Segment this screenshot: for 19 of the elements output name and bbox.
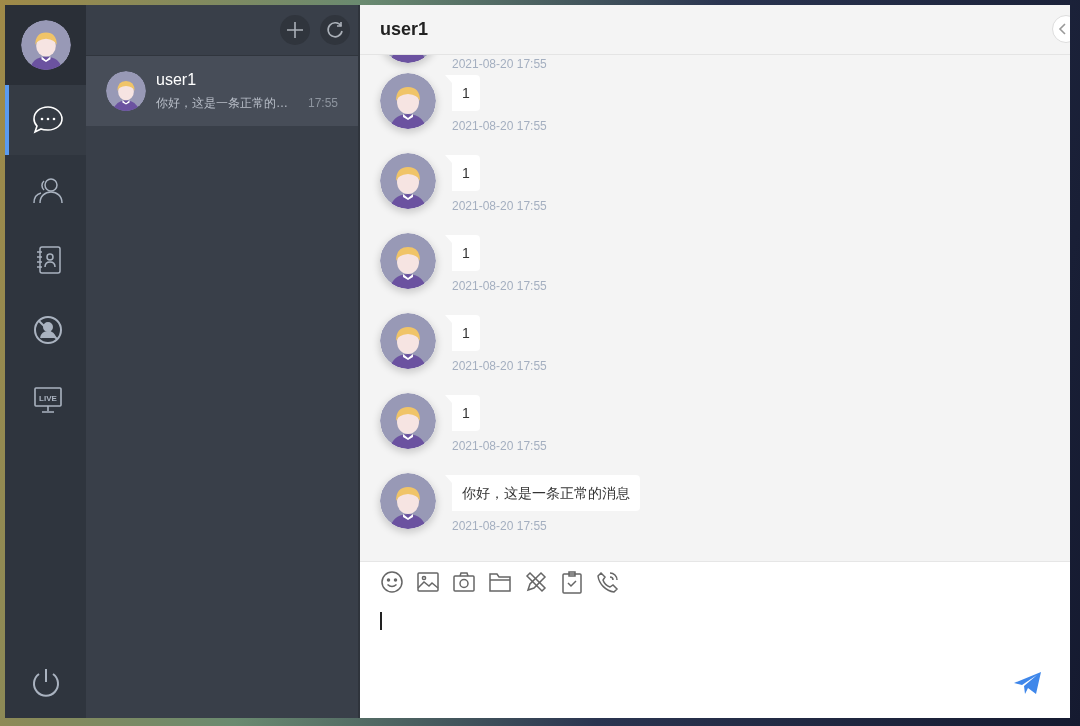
message-timestamp: 2021-08-20 17:55 bbox=[452, 199, 547, 213]
message-bubble: 1 bbox=[445, 155, 480, 191]
message-time: 17:55 bbox=[307, 96, 338, 110]
message-timestamp: 2021-08-20 17:55 bbox=[452, 57, 547, 71]
message-timestamp: 2021-08-20 17:55 bbox=[452, 119, 547, 133]
message-timestamp: 2021-08-20 17:55 bbox=[452, 519, 548, 533]
message-bubble: 1 bbox=[445, 395, 480, 431]
message-timestamp: 2021-08-20 17:55 bbox=[452, 279, 547, 293]
conversation-item[interactable]: user1 你好，这是一条正常的… 17:55 bbox=[86, 56, 358, 126]
message-bubble: 1 bbox=[445, 315, 480, 351]
contact-name: user1 bbox=[156, 70, 198, 89]
message-bubble: 你好，这是一条正常的消息 bbox=[445, 475, 640, 511]
message-timestamp: 2021-08-20 17:55 bbox=[452, 439, 547, 453]
message-bubble: 1 bbox=[445, 75, 480, 111]
message-bubble: 1 bbox=[445, 235, 480, 271]
message-preview: 你好，这是一条正常的… bbox=[156, 94, 288, 112]
message-timestamp: 2021-08-20 17:55 bbox=[452, 359, 547, 373]
chat-title: user1 bbox=[380, 19, 429, 40]
nav-item[interactable]: LIVE bbox=[5, 365, 86, 435]
